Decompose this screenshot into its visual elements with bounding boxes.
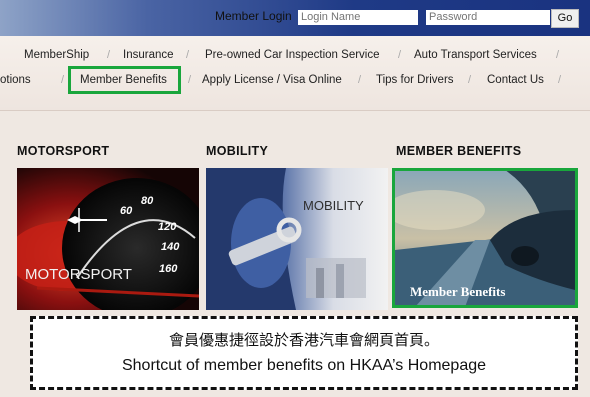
member-login-label: Member Login xyxy=(215,9,292,23)
nav-separator: / xyxy=(398,49,402,61)
member-login-bar: Member Login Go xyxy=(0,0,590,36)
login-name-input[interactable] xyxy=(298,10,418,25)
annotation-caption: 會員優惠捷徑設於香港汽車會網頁首頁。 Shortcut of member be… xyxy=(30,316,578,390)
password-input[interactable] xyxy=(426,10,550,25)
caption-english: Shortcut of member benefits on HKAA’s Ho… xyxy=(121,357,487,374)
nav-separator: / xyxy=(556,49,560,61)
nav-separator: / xyxy=(358,74,362,86)
nav-separator: / xyxy=(61,74,65,86)
nav-separator: / xyxy=(186,49,190,61)
speedometer-label: 60 xyxy=(120,205,133,217)
mobility-image-label: MOBILITY xyxy=(303,198,364,213)
go-button[interactable]: Go xyxy=(551,9,579,28)
motorsport-tile[interactable]: 60 80 120 140 160 MOTORSPORT xyxy=(17,168,199,310)
nav-separator: / xyxy=(558,74,562,86)
mobility-image: MOBILITY xyxy=(206,168,388,310)
nav-item-promotions[interactable]: otions xyxy=(0,74,31,86)
speedometer-label: 80 xyxy=(141,195,154,207)
nav-separator: / xyxy=(188,74,192,86)
nav-item-contact-us[interactable]: Contact Us xyxy=(487,74,544,86)
category-title-member-benefits: MEMBER BENEFITS xyxy=(396,144,522,158)
nav-item-membership[interactable]: MemberShip xyxy=(24,49,89,61)
mobility-tile[interactable]: MOBILITY xyxy=(206,168,388,310)
nav-item-pre-owned-car-inspection[interactable]: Pre-owned Car Inspection Service xyxy=(205,49,380,61)
nav-item-auto-transport[interactable]: Auto Transport Services xyxy=(414,49,537,61)
nav-separator: / xyxy=(468,74,472,86)
nav-item-insurance[interactable]: Insurance xyxy=(123,49,174,61)
nav-item-tips-for-drivers[interactable]: Tips for Drivers xyxy=(376,74,454,86)
caption-chinese: 會員優惠捷徑設於香港汽車會網頁首頁。 xyxy=(168,331,439,349)
nav-separator: / xyxy=(107,49,111,61)
motorsport-image: 60 80 120 140 160 MOTORSPORT xyxy=(17,168,199,310)
speedometer-label: 140 xyxy=(161,241,180,253)
motorsport-image-label: MOTORSPORT xyxy=(25,266,132,283)
category-title-mobility: MOBILITY xyxy=(206,144,269,158)
nav-item-apply-license-visa[interactable]: Apply License / Visa Online xyxy=(202,74,342,86)
category-title-motorsport: MOTORSPORT xyxy=(17,144,110,158)
speedometer-label: 160 xyxy=(159,263,178,275)
member-benefits-tile-highlight xyxy=(392,168,578,308)
speedometer-label: 120 xyxy=(158,221,177,233)
member-benefits-highlight xyxy=(68,66,181,94)
